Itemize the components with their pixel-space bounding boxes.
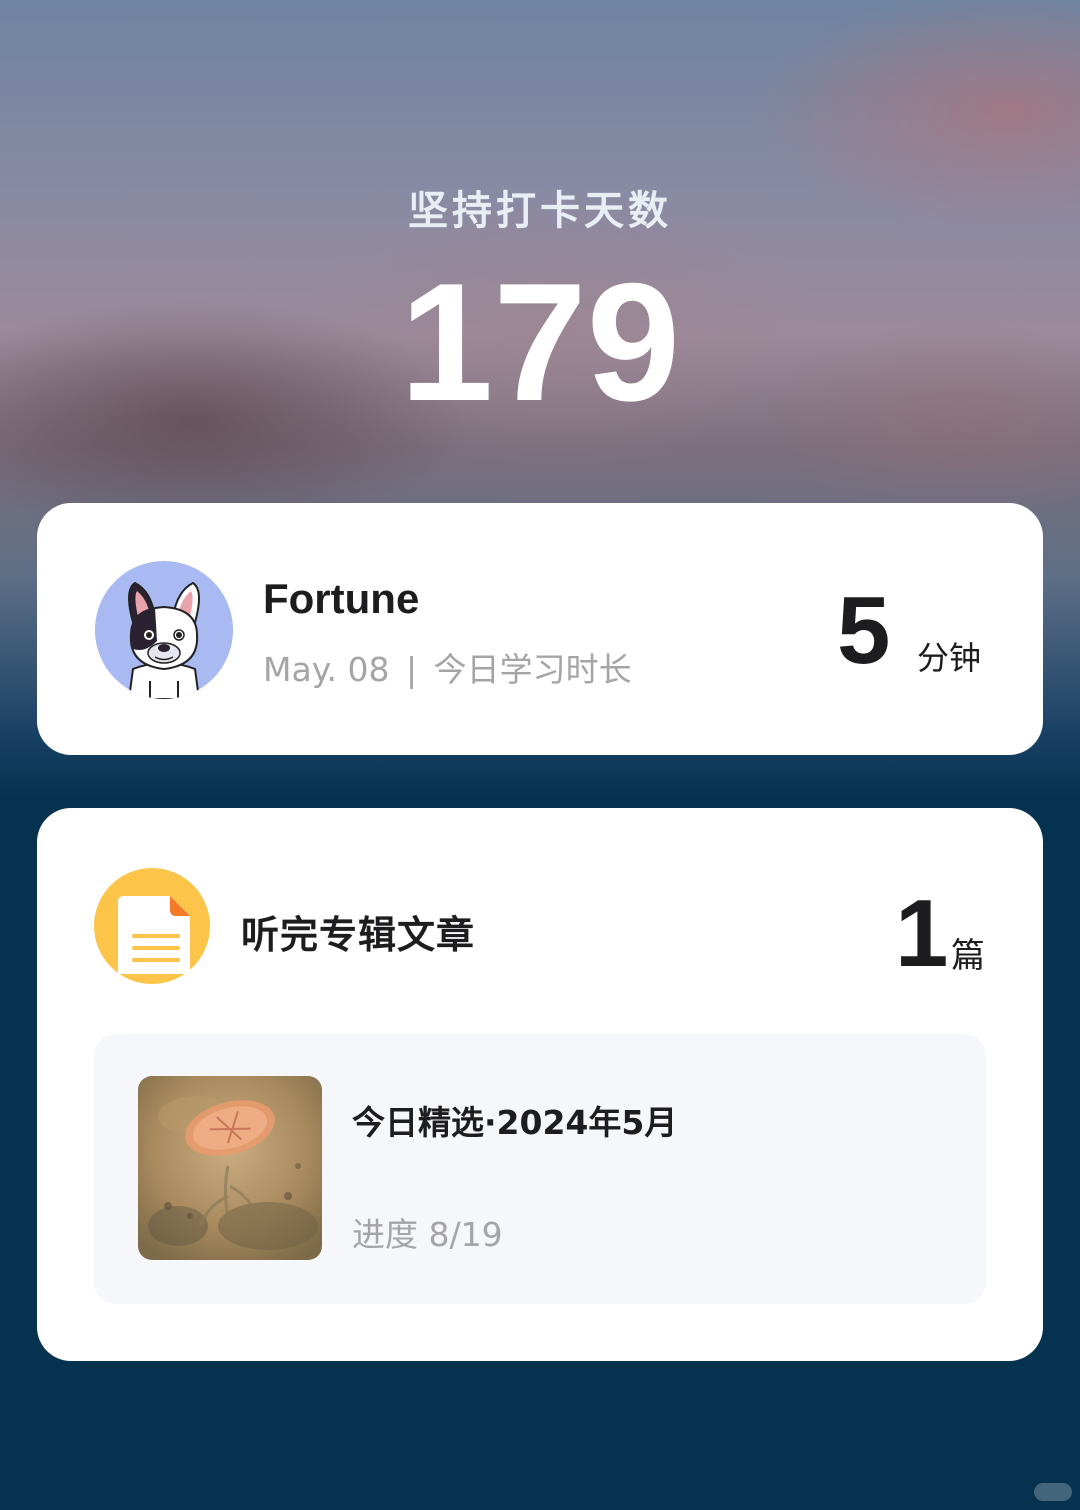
listened-articles-title: 听完专辑文章 [241,913,476,957]
watermark-badge [1034,1483,1072,1501]
user-name: Fortune [263,575,420,622]
document-icon [94,868,210,984]
album-progress: 进度 8/19 [352,1215,503,1254]
album-item[interactable]: 今日精选·2024年5月 进度 8/19 [94,1034,986,1304]
album-title: 今日精选·2024年5月 [352,1103,678,1142]
articles-count-unit: 篇 [951,936,985,976]
streak-title: 坚持打卡天数 [408,188,672,234]
articles-count-value: 1 [895,880,949,987]
user-study-card: Fortune May. 08 | 今日学习时长 5 分钟 [37,503,1043,755]
listened-articles-card: 听完专辑文章 1 篇 今日精选·2024年5月 进度 8/19 [37,808,1043,1361]
study-duration-label: 今日学习时长 [433,650,632,689]
study-minutes-unit: 分钟 [917,639,982,677]
french-bulldog-icon [95,561,233,699]
album-cover-image [138,1076,322,1260]
streak-days-count: 179 [399,248,681,436]
study-subtitle: May. 08 | 今日学习时长 [263,643,632,691]
study-date: May. 08 [263,650,390,689]
avatar[interactable] [95,561,233,699]
study-minutes-value: 5 [837,577,891,684]
subtitle-separator: | [406,650,418,689]
